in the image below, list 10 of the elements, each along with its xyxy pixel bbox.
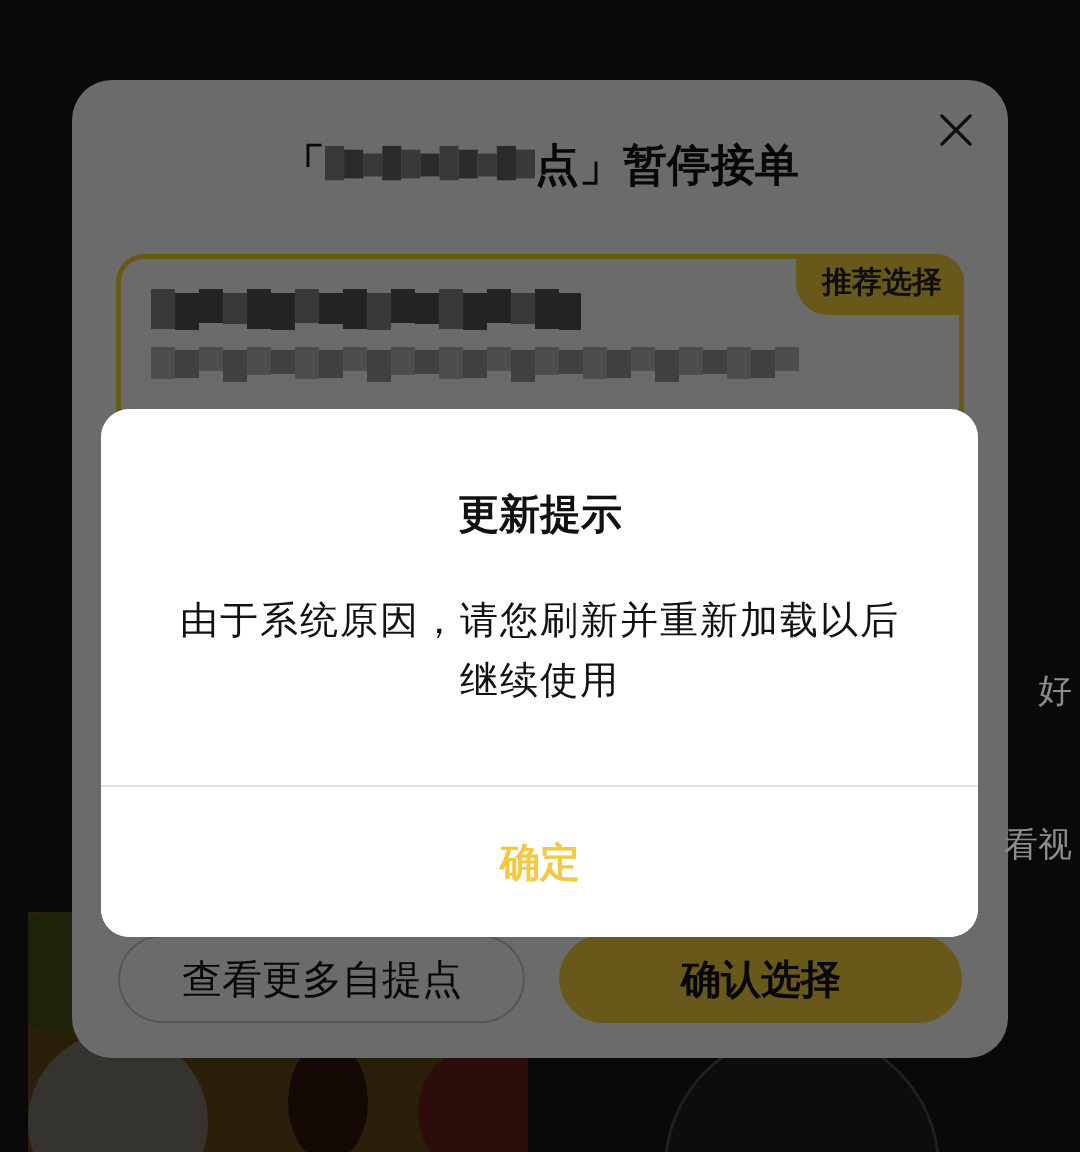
recommended-badge: 推荐选择 <box>796 254 964 315</box>
sheet-title-bracket: 「 <box>281 137 325 192</box>
close-icon[interactable] <box>940 114 972 146</box>
confirm-button[interactable]: 确认选择 <box>559 935 962 1023</box>
side-text: 好 <box>1038 669 1072 712</box>
more-button[interactable]: 查看更多自提点 <box>118 935 525 1023</box>
sheet-title: 点」暂停接单 <box>535 137 799 192</box>
ok-button[interactable]: 确定 <box>101 785 978 937</box>
alert-title: 更新提示 <box>457 489 622 540</box>
alert-message: 由于系统原因，请您刷新并重新加载以后继续使用 <box>178 597 901 704</box>
